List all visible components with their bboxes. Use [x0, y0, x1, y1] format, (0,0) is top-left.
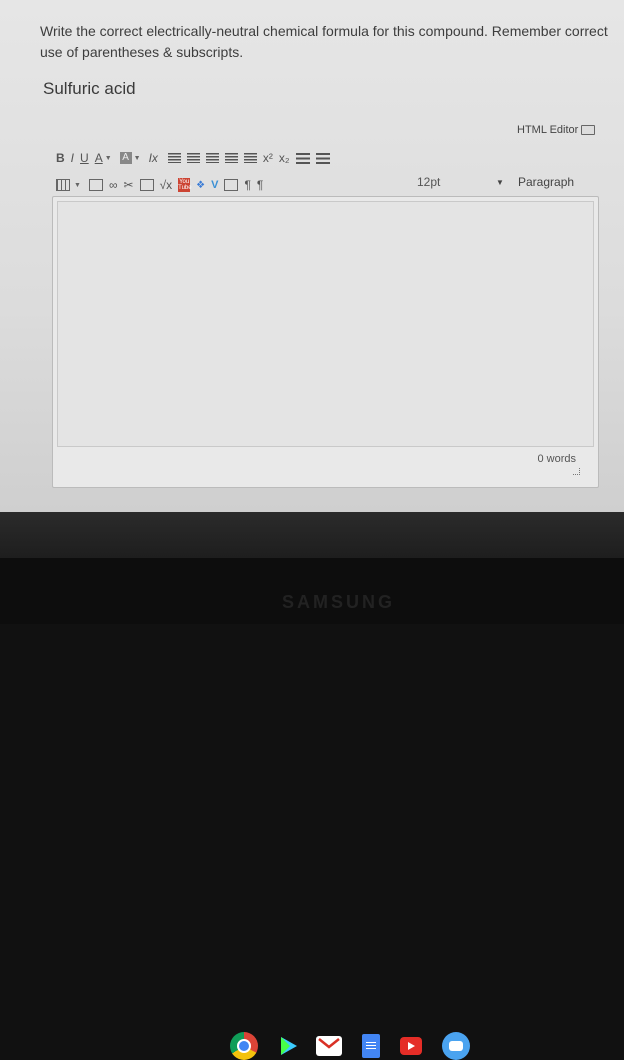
youtube-icon: You Tube — [178, 178, 192, 192]
embed-icon — [224, 179, 239, 191]
font-color-button[interactable]: A — [95, 149, 103, 167]
youtube-button[interactable]: You Tube — [178, 176, 192, 194]
ltr-button[interactable]: ¶ — [244, 176, 250, 194]
align-left-icon — [167, 153, 181, 163]
numbered-list-icon — [315, 152, 330, 164]
italic-button[interactable]: I — [71, 149, 74, 167]
browser-page: Write the correct electrically-neutral c… — [0, 0, 624, 512]
outdent-icon — [224, 153, 238, 163]
editor-toolbar-row2: ▼ ∞ ✂ √x You Tube ❖ V ¶ ¶ — [56, 175, 269, 195]
table-icon — [56, 179, 70, 191]
indent-icon — [243, 153, 257, 163]
paragraph-format-select[interactable]: Paragraph — [518, 175, 574, 189]
keyboard-icon — [581, 125, 596, 135]
media-icon — [88, 179, 103, 191]
chevron-down-icon[interactable]: ▼ — [74, 182, 81, 189]
chevron-down-icon[interactable]: ▼ — [134, 155, 141, 162]
editor-toolbar-row1: B I U A ▼ A ▼ Ix x² x₂ — [56, 148, 336, 168]
media-button[interactable] — [88, 176, 103, 194]
compound-name: Sulfuric acid — [43, 79, 136, 98]
link-icon: ∞ — [108, 178, 118, 192]
font-size-select[interactable]: 12pt — [417, 175, 440, 189]
editor-text-area[interactable] — [57, 201, 594, 447]
align-left-button[interactable] — [167, 149, 181, 167]
numbered-list-button[interactable] — [315, 149, 330, 167]
resize-handle-icon[interactable] — [573, 468, 580, 475]
device-brand-logo: SAMSUNG — [282, 592, 396, 612]
gmail-icon[interactable] — [316, 1036, 342, 1056]
image-icon — [139, 179, 154, 191]
image-button[interactable] — [139, 176, 154, 194]
math-button[interactable]: √x — [160, 176, 173, 194]
superscript-button[interactable]: x² — [263, 149, 273, 167]
dropbox-button[interactable]: ❖ — [196, 176, 205, 194]
vimeo-icon: V — [211, 179, 219, 191]
outdent-button[interactable] — [224, 149, 238, 167]
chevron-down-icon[interactable]: ▼ — [496, 178, 504, 187]
bullet-list-button[interactable] — [295, 149, 310, 167]
table-button[interactable] — [56, 176, 70, 194]
unlink-icon: ✂ — [123, 178, 134, 192]
html-editor-link[interactable]: HTML Editor — [517, 124, 596, 136]
chrome-icon[interactable] — [230, 1032, 258, 1060]
align-center-button[interactable] — [186, 149, 200, 167]
dropbox-icon: ❖ — [196, 179, 206, 191]
align-right-button[interactable] — [205, 149, 219, 167]
word-count: 0 words — [537, 453, 576, 465]
unlink-button[interactable]: ✂ — [124, 176, 134, 194]
align-center-icon — [186, 153, 200, 163]
bold-button[interactable]: B — [56, 149, 65, 167]
rich-text-editor: 0 words — [52, 196, 599, 488]
messages-icon[interactable] — [442, 1032, 470, 1060]
chromeos-shelf — [0, 512, 624, 1060]
vimeo-button[interactable]: V — [211, 176, 218, 194]
laptop-bezel — [0, 558, 624, 624]
highlight-color-button[interactable]: A — [119, 149, 132, 167]
youtube-icon[interactable] — [400, 1037, 422, 1055]
bullet-list-icon — [295, 152, 310, 164]
embed-button[interactable] — [224, 176, 239, 194]
clear-formatting-button[interactable]: Ix — [149, 149, 158, 167]
play-store-icon[interactable] — [274, 1032, 302, 1060]
chevron-down-icon[interactable]: ▼ — [105, 155, 112, 162]
rtl-button[interactable]: ¶ — [257, 176, 263, 194]
align-right-icon — [205, 153, 219, 163]
question-text: Write the correct electrically-neutral c… — [40, 23, 608, 60]
link-button[interactable]: ∞ — [109, 176, 118, 194]
underline-button[interactable]: U — [80, 149, 89, 167]
html-editor-label: HTML Editor — [517, 124, 579, 136]
docs-icon[interactable] — [362, 1034, 380, 1058]
subscript-button[interactable]: x₂ — [279, 149, 290, 167]
indent-button[interactable] — [243, 149, 257, 167]
